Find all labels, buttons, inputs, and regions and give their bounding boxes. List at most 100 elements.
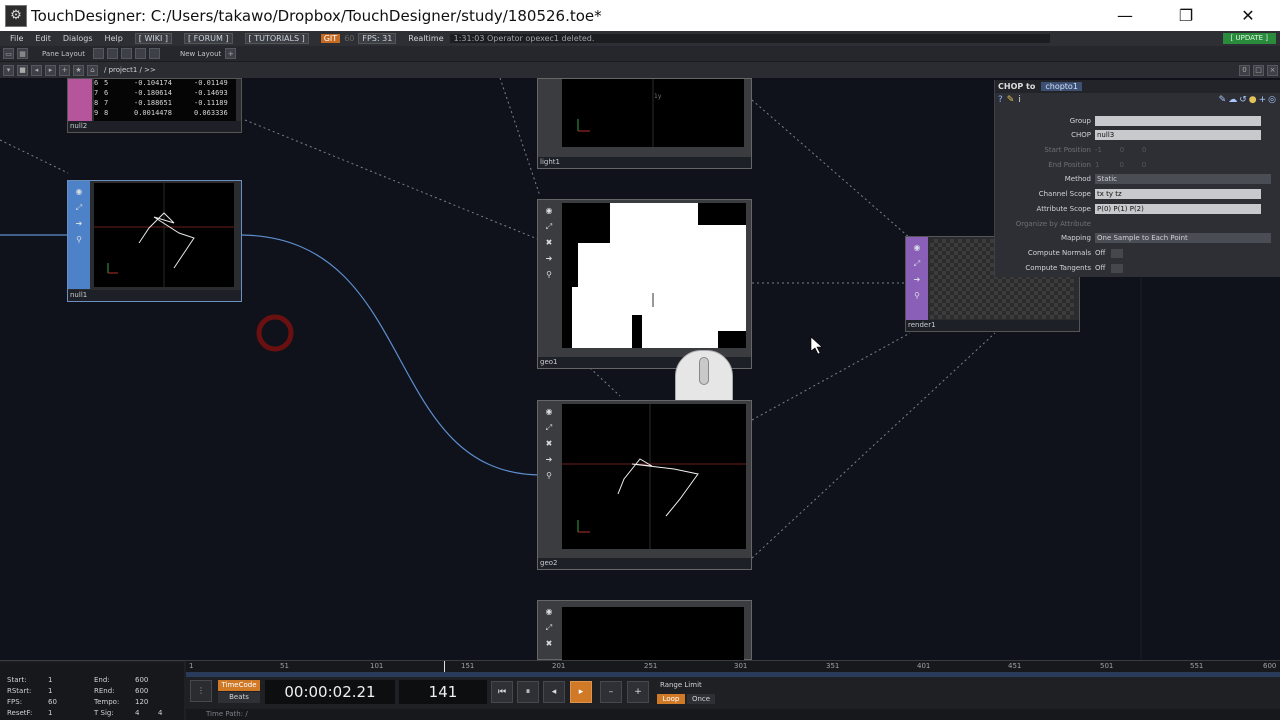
render-flag-icon[interactable]: ⚲ xyxy=(544,270,554,280)
compute-normals-toggle[interactable]: Off xyxy=(1095,249,1109,257)
chop-field[interactable]: null3 xyxy=(1095,130,1261,140)
layout-quad-icon[interactable] xyxy=(134,48,146,59)
render-flag-icon[interactable]: ⚲ xyxy=(74,235,84,245)
step-back-button[interactable]: ◂ xyxy=(543,681,565,703)
network-path[interactable]: / project1 / >> xyxy=(104,66,156,74)
menu-dialogs[interactable]: Dialogs xyxy=(63,34,93,43)
timecode-display[interactable]: 00:00:02.21 xyxy=(265,680,395,704)
help-icon[interactable]: ? xyxy=(998,95,1003,105)
reset-icon[interactable]: ↺ xyxy=(1239,95,1247,105)
stop-icon[interactable]: ■ xyxy=(17,64,28,76)
start-position-value[interactable]: -1 0 0 xyxy=(1095,146,1147,154)
compute-tangents-toggle[interactable]: Off xyxy=(1095,264,1109,272)
add-icon[interactable]: + xyxy=(59,64,70,76)
end-position-value[interactable]: 1 0 0 xyxy=(1095,161,1146,169)
render-flag-icon[interactable]: ⚲ xyxy=(544,471,554,481)
bypass-icon[interactable]: ⤢ xyxy=(912,259,922,269)
settings-icon[interactable]: ◎ xyxy=(1268,95,1276,105)
comment-icon[interactable]: ☁ xyxy=(1228,95,1237,105)
add-icon[interactable]: + xyxy=(1259,95,1267,105)
info-icon[interactable]: 0 xyxy=(1239,64,1250,76)
node-light1[interactable]: 1y light1 xyxy=(537,78,752,169)
pane-split-icon[interactable]: ▭ xyxy=(3,48,14,59)
end-value[interactable]: 600 xyxy=(135,676,148,684)
python-help-icon[interactable]: ✎ xyxy=(1007,95,1015,105)
rend-value[interactable]: 600 xyxy=(135,687,148,695)
node-partial-bottom[interactable]: ◉ ⤢ ✖ xyxy=(537,600,752,660)
render-flag-icon[interactable]: ⚲ xyxy=(912,291,922,301)
rewind-button[interactable]: ⏮ xyxy=(491,681,513,703)
back-icon[interactable]: ◂ xyxy=(31,64,42,76)
once-button[interactable]: Once xyxy=(687,694,715,704)
realtime-toggle[interactable]: Realtime xyxy=(408,34,443,43)
light1-label[interactable]: light1 xyxy=(538,157,751,168)
playhead[interactable] xyxy=(444,661,445,672)
step-minus-button[interactable]: – xyxy=(600,681,622,703)
fps-value[interactable]: 60 xyxy=(48,698,57,706)
null2-label[interactable]: null2 xyxy=(68,121,241,132)
time-path[interactable]: Time Path: / xyxy=(206,710,248,718)
toggle-box[interactable] xyxy=(1111,248,1123,258)
frame-display[interactable]: 141 xyxy=(399,680,487,704)
timeline-ruler[interactable]: 1 51 101 151 201 251 301 351 401 451 501… xyxy=(186,661,1280,672)
node-geo2[interactable]: ◉ ⤢ ✖ ➔ ⚲ geo2 xyxy=(537,400,752,570)
restore-button[interactable]: ❐ xyxy=(1163,0,1209,31)
op-name-field[interactable]: chopto1 xyxy=(1041,82,1082,91)
play-button[interactable]: ▸ xyxy=(570,681,592,703)
null1-label[interactable]: null1 xyxy=(68,290,241,301)
display-icon[interactable]: ➔ xyxy=(544,455,554,465)
timecode-tab[interactable]: TimeCode xyxy=(218,680,260,691)
viewer-toggle-icon[interactable]: ◉ xyxy=(544,206,554,216)
group-field[interactable] xyxy=(1095,116,1261,126)
edit-icon[interactable]: ✎ xyxy=(1219,95,1227,105)
bypass-icon[interactable]: ⤢ xyxy=(544,623,554,633)
tsig-numerator[interactable]: 4 xyxy=(135,709,139,717)
layout-triple-icon[interactable] xyxy=(120,48,132,59)
display-icon[interactable]: ➔ xyxy=(544,254,554,264)
new-layout-label[interactable]: New Layout xyxy=(180,50,221,58)
home-icon[interactable]: ⌂ xyxy=(87,64,98,76)
range-bar[interactable] xyxy=(186,672,1280,677)
menu-file[interactable]: File xyxy=(10,34,23,43)
pane-view-icon[interactable]: ▦ xyxy=(17,48,28,59)
layout-single-icon[interactable] xyxy=(92,48,104,59)
node-null1[interactable]: ◉ ⤢ ➔ ⚲ null1 xyxy=(67,180,242,302)
pane-menu-icon[interactable]: ▾ xyxy=(3,64,14,76)
channel-scope-field[interactable]: tx ty tz xyxy=(1095,189,1261,199)
wiki-link[interactable]: [ WIKI ] xyxy=(134,33,172,44)
method-menu[interactable]: Static xyxy=(1095,174,1271,184)
maximize-pane-icon[interactable]: □ xyxy=(1253,64,1264,76)
geo2-label[interactable]: geo2 xyxy=(538,558,751,569)
display-icon[interactable]: ➔ xyxy=(912,275,922,285)
menu-edit[interactable]: Edit xyxy=(35,34,51,43)
lock-icon[interactable]: ✖ xyxy=(544,639,554,649)
toggle-box[interactable] xyxy=(1111,263,1123,273)
tempo-value[interactable]: 120 xyxy=(135,698,148,706)
timeline-options-icon[interactable]: ⋮ xyxy=(190,680,212,702)
tsig-denominator[interactable]: 4 xyxy=(158,709,162,717)
forward-icon[interactable]: ▸ xyxy=(45,64,56,76)
bypass-icon[interactable]: ⤢ xyxy=(544,222,554,232)
tutorials-link[interactable]: [ TUTORIALS ] xyxy=(244,33,309,44)
bypass-icon[interactable]: ⤢ xyxy=(544,423,554,433)
node-geo1[interactable]: ◉ ⤢ ✖ ➔ ⚲ geo1 xyxy=(537,199,752,369)
update-button[interactable]: [ UPDATE ] xyxy=(1222,33,1276,44)
layout-split-icon[interactable] xyxy=(106,48,118,59)
render1-label[interactable]: render1 xyxy=(906,320,1079,331)
lock-icon[interactable]: ✖ xyxy=(544,439,554,449)
menu-help[interactable]: Help xyxy=(105,34,123,43)
start-value[interactable]: 1 xyxy=(48,676,52,684)
info-icon[interactable]: i xyxy=(1018,95,1021,105)
close-button[interactable]: ✕ xyxy=(1225,0,1271,31)
lock-icon[interactable]: ✖ xyxy=(544,238,554,248)
layout-grid-icon[interactable] xyxy=(148,48,160,59)
node-null2[interactable]: 6 5 -0.104174 -0.01149 7 6 -0.180614 -0.14693 … xyxy=(67,78,242,133)
attribute-scope-field[interactable]: P(0) P(1) P(2) xyxy=(1095,204,1261,214)
viewer-toggle-icon[interactable]: ◉ xyxy=(912,243,922,253)
beats-tab[interactable]: Beats xyxy=(218,692,260,703)
bypass-icon[interactable]: ⤢ xyxy=(74,203,84,213)
display-icon[interactable]: ➔ xyxy=(74,219,84,229)
viewer-toggle-icon[interactable]: ◉ xyxy=(544,607,554,617)
viewer-toggle-icon[interactable]: ◉ xyxy=(544,407,554,417)
git-badge[interactable]: GIT xyxy=(320,34,341,43)
